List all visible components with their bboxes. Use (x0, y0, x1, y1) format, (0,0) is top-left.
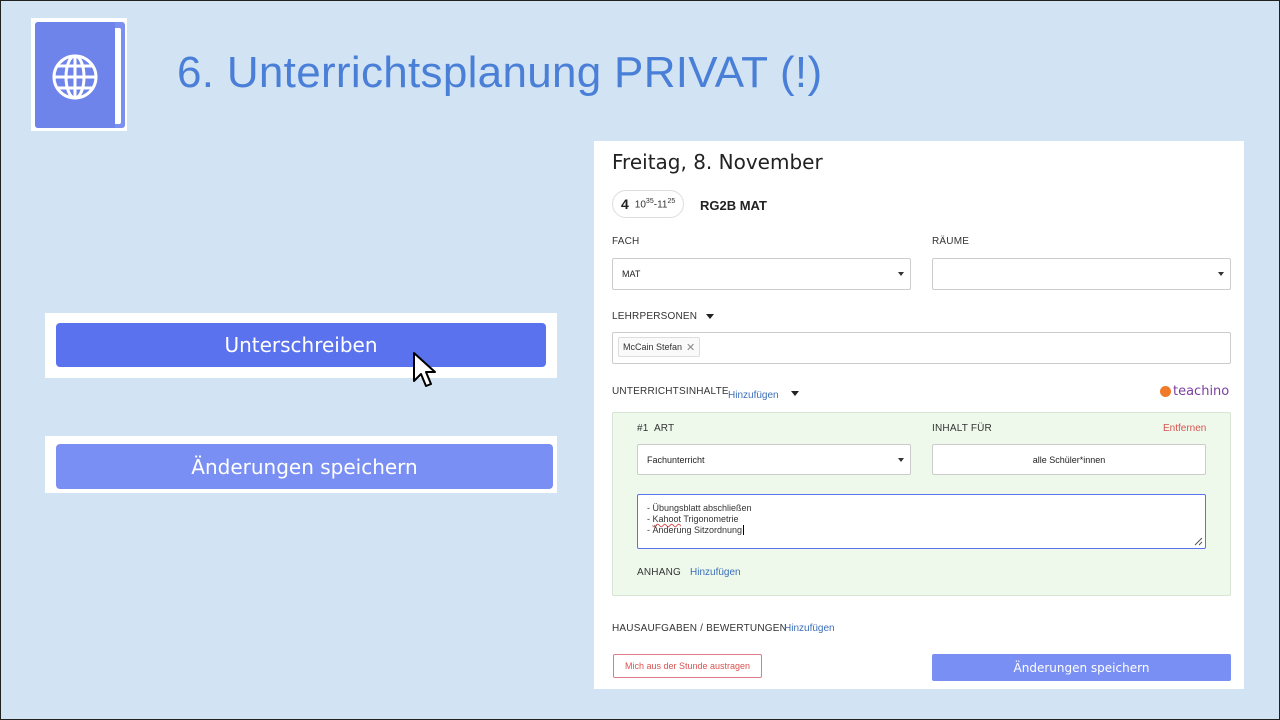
teachino-logo-text: teachino (1173, 384, 1230, 399)
period-number: 4 (621, 196, 629, 212)
lesson-panel: Freitag, 8. November 4 1035-1125 RG2B MA… (594, 141, 1244, 689)
raeume-select[interactable] (932, 258, 1231, 290)
chevron-down-icon (1218, 272, 1224, 276)
add-content-dropdown[interactable]: Hinzufügen (728, 385, 800, 403)
save-changes-large-container: Änderungen speichern (45, 436, 557, 493)
fach-label: FACH (612, 236, 640, 247)
slide-title: 6. Unterrichtsplanung PRIVAT (!) (177, 48, 823, 97)
fach-select[interactable]: MAT (612, 258, 911, 290)
lesson-date: Freitag, 8. November (612, 150, 823, 174)
fach-value: MAT (622, 269, 641, 279)
triangle-down-icon (706, 313, 715, 319)
art-select[interactable]: Fachunterricht (637, 444, 911, 475)
remove-content-link[interactable]: Entfernen (1163, 423, 1206, 434)
chevron-down-icon (898, 457, 904, 462)
note-line: - Übungsblatt abschließen (647, 503, 752, 513)
lehrpersonen-label[interactable]: LEHRPERSONEN (612, 311, 715, 322)
period-time: 1035-1125 (634, 197, 676, 211)
book-globe-icon (31, 18, 127, 131)
add-attachment-link[interactable]: Hinzufügen (690, 567, 741, 578)
save-changes-button[interactable]: Änderungen speichern (932, 654, 1231, 681)
period-pill: 4 1035-1125 (612, 190, 685, 218)
text-caret (743, 525, 745, 535)
triangle-down-icon[interactable] (791, 391, 800, 397)
inhalt-fuer-value: alle Schüler*innen (1032, 454, 1106, 465)
raeume-label: RÄUME (932, 236, 970, 247)
art-value: Fachunterricht (647, 454, 705, 465)
globe-icon (52, 54, 98, 100)
chevron-down-icon (898, 272, 904, 276)
add-content-link[interactable]: Hinzufügen (728, 390, 779, 401)
teachino-logo: teachino (1160, 384, 1229, 399)
content-art-label: #1 ART (637, 423, 675, 434)
teachers-input[interactable] (612, 332, 1231, 364)
sign-button-container: Unterschreiben (45, 313, 557, 378)
teachino-logo-icon (1160, 386, 1171, 397)
resize-handle-icon[interactable] (1194, 537, 1203, 546)
inhalt-fuer-field[interactable]: alle Schüler*innen (932, 444, 1206, 475)
hausaufgaben-label: HAUSAUFGABEN / BEWERTUNGEN (612, 623, 788, 634)
class-label: RG2B MAT (700, 198, 767, 213)
close-icon[interactable]: ✕ (686, 341, 695, 354)
note-line-spellcheck-word: Kahoot (652, 514, 682, 524)
unterrichtsinhalte-label: UNTERRICHTSINHALTE (612, 386, 729, 397)
save-changes-large-button[interactable]: Änderungen speichern (56, 444, 553, 489)
unsubscribe-lesson-button[interactable]: Mich aus der Stunde austragen (613, 654, 762, 678)
inhalt-fuer-label: INHALT FÜR (932, 423, 992, 434)
note-line: - Kahoot Trigonometrie (647, 514, 739, 524)
sign-button[interactable]: Unterschreiben (56, 323, 546, 367)
content-block: #1 ART INHALT FÜR Entfernen Fachunterric… (612, 412, 1231, 596)
teacher-chip-label: McCain Stefan (623, 342, 683, 352)
note-line: - Änderung Sitzordnung (647, 525, 745, 535)
anhang-label: ANHANG (637, 567, 681, 578)
add-homework-link[interactable]: Hinzufügen (784, 623, 835, 634)
content-notes-textarea[interactable]: - Übungsblatt abschließen - Kahoot Trigo… (637, 494, 1206, 549)
teacher-chip: McCain Stefan ✕ (618, 337, 701, 357)
mouse-cursor-icon (413, 352, 436, 387)
